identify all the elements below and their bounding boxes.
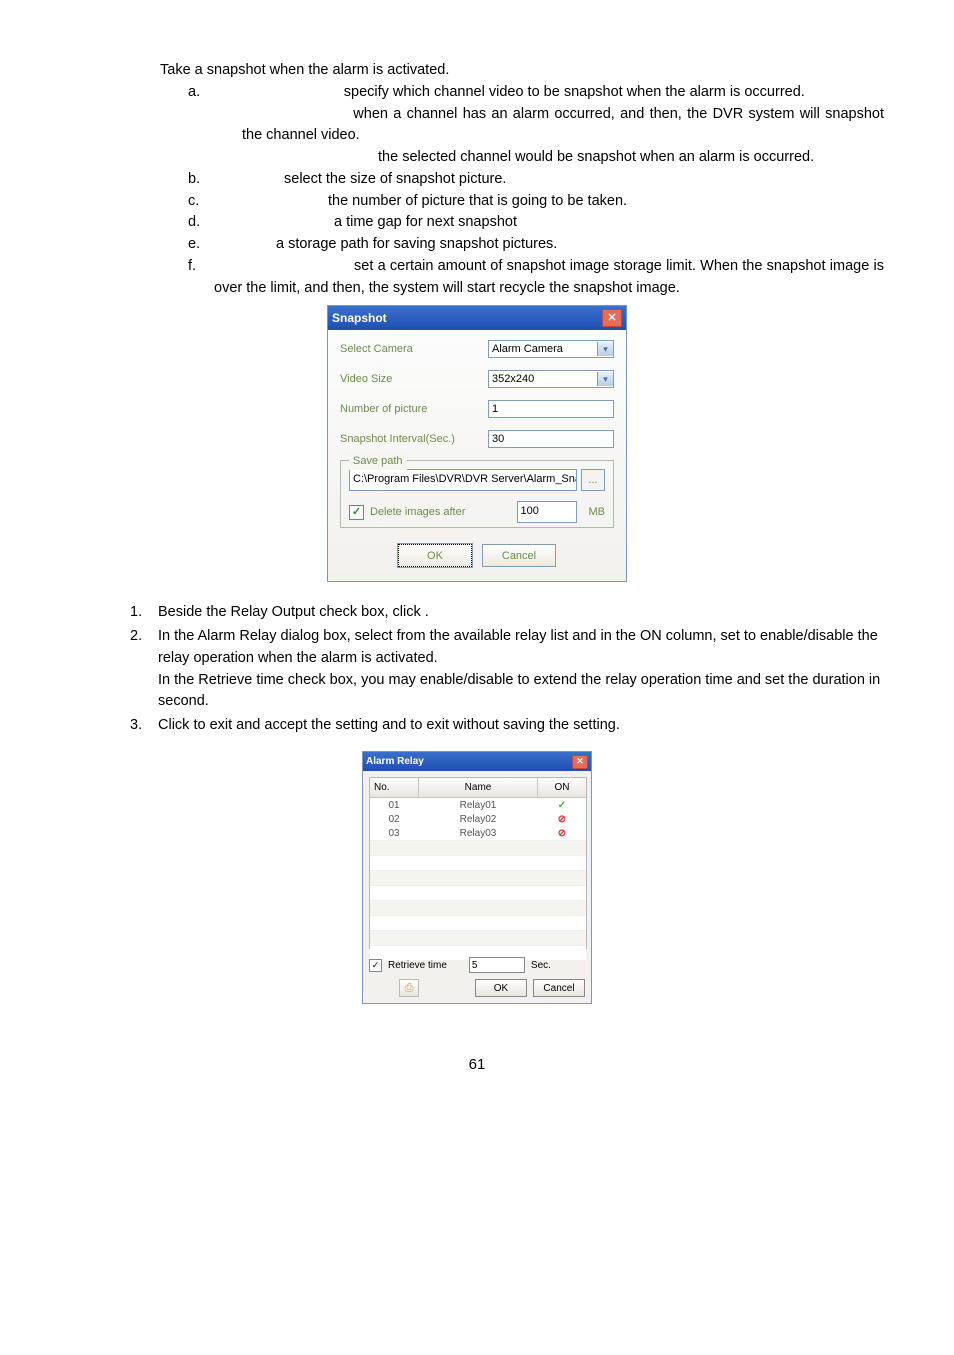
- interval-value: 30: [492, 431, 504, 448]
- row-name: Relay01: [418, 798, 538, 813]
- item-e-text: a storage path for saving snapshot pictu…: [276, 236, 557, 252]
- snapshot-title: Snapshot: [332, 309, 387, 327]
- row-name: Relay02: [418, 812, 538, 827]
- label-interval: Snapshot Interval(Sec.): [340, 431, 488, 448]
- delete-after-checkbox[interactable]: ✓: [349, 505, 364, 520]
- label-video-size: Video Size: [340, 371, 488, 388]
- intro-text: Take a snapshot when the alarm is activa…: [160, 60, 884, 82]
- alarm-relay-dialog: Alarm Relay ✕ No. Name ON 01 Relay01 ✓ 0…: [362, 751, 592, 1004]
- relay-titlebar: Alarm Relay ✕: [363, 752, 591, 771]
- table-row[interactable]: 03 Relay03 ⊘: [370, 826, 586, 840]
- save-path-input[interactable]: C:\Program Files\DVR\DVR Server\Alarm_Sn…: [349, 469, 577, 491]
- num-1-text: Beside the Relay Output check box, click…: [158, 602, 884, 624]
- cancel-button[interactable]: Cancel: [533, 979, 585, 997]
- num-2: 2.: [130, 626, 158, 713]
- item-a-text: specify which channel video to be snapsh…: [344, 84, 805, 100]
- item-f-text: set a certain amount of snapshot image s…: [214, 258, 884, 296]
- row-no: 02: [370, 812, 418, 827]
- chevron-down-icon[interactable]: ▾: [597, 372, 613, 386]
- row-no: 01: [370, 798, 418, 813]
- retrieve-time-checkbox[interactable]: ✓: [369, 959, 382, 972]
- num-3-text: Click to exit and accept the setting and…: [158, 715, 884, 737]
- table-row[interactable]: 02 Relay02 ⊘: [370, 812, 586, 826]
- item-a-sub2: the selected channel would be snapshot w…: [378, 149, 814, 165]
- ok-button[interactable]: OK: [398, 544, 472, 567]
- video-size-value: 352x240: [492, 371, 534, 388]
- row-no: 03: [370, 826, 418, 841]
- snapshot-titlebar: Snapshot ✕: [328, 306, 626, 330]
- col-on-header[interactable]: ON: [538, 778, 586, 797]
- label-num-picture: Number of picture: [340, 401, 488, 418]
- item-b-letter: b.: [188, 169, 214, 191]
- close-icon[interactable]: ✕: [602, 309, 622, 327]
- mb-label: MB: [589, 504, 606, 521]
- select-camera-value: Alarm Camera: [492, 341, 563, 358]
- sec-label: Sec.: [531, 958, 551, 973]
- ok-button[interactable]: OK: [475, 979, 527, 997]
- cancel-button[interactable]: Cancel: [482, 544, 556, 567]
- select-camera-dropdown[interactable]: Alarm Camera ▾: [488, 340, 614, 358]
- chevron-down-icon[interactable]: ▾: [597, 342, 613, 356]
- num-picture-input[interactable]: 1: [488, 400, 614, 418]
- table-row[interactable]: 01 Relay01 ✓: [370, 798, 586, 812]
- retrieve-time-label: Retrieve time: [388, 958, 447, 973]
- interval-input[interactable]: 30: [488, 430, 614, 448]
- browse-button[interactable]: ...: [581, 469, 605, 491]
- num-2-text2: In the Retrieve time check box, you may …: [158, 672, 880, 710]
- video-size-dropdown[interactable]: 352x240 ▾: [488, 370, 614, 388]
- check-icon[interactable]: ✓: [558, 800, 566, 811]
- num-picture-value: 1: [492, 401, 498, 418]
- num-1: 1.: [130, 602, 158, 624]
- item-a-sub1: when a channel has an alarm occurred, an…: [242, 106, 884, 144]
- col-no-header[interactable]: No.: [370, 778, 419, 797]
- item-c-text: the number of picture that is going to b…: [328, 193, 627, 209]
- num-2-text1: In the Alarm Relay dialog box, select fr…: [158, 628, 878, 666]
- item-a-letter: a.: [188, 82, 214, 104]
- item-d-text: a time gap for next snapshot: [334, 214, 517, 230]
- item-d-letter: d.: [188, 212, 214, 234]
- save-path-fieldset: Save path C:\Program Files\DVR\DVR Serve…: [340, 460, 614, 528]
- disabled-icon[interactable]: ⊘: [558, 828, 566, 839]
- row-name: Relay03: [418, 826, 538, 841]
- delete-limit-input[interactable]: 100: [517, 501, 577, 523]
- col-name-header[interactable]: Name: [419, 778, 538, 797]
- disabled-icon[interactable]: ⊘: [558, 814, 566, 825]
- item-b-text: select the size of snapshot picture.: [284, 171, 506, 187]
- label-select-camera: Select Camera: [340, 341, 488, 358]
- item-c-letter: c.: [188, 191, 214, 213]
- item-e-letter: e.: [188, 234, 214, 256]
- delete-after-label: Delete images after: [370, 504, 511, 521]
- close-icon[interactable]: ✕: [572, 755, 588, 769]
- retrieve-time-input[interactable]: 5: [469, 957, 525, 973]
- num-3: 3.: [130, 715, 158, 737]
- snapshot-dialog: Snapshot ✕ Select Camera Alarm Camera ▾ …: [327, 305, 627, 582]
- save-path-legend: Save path: [349, 453, 407, 470]
- relay-title: Alarm Relay: [366, 754, 424, 769]
- output-icon[interactable]: ⎙: [399, 979, 419, 997]
- relay-table: No. Name ON 01 Relay01 ✓ 02 Relay02 ⊘ 03…: [369, 777, 587, 949]
- item-f-letter: f.: [188, 256, 214, 300]
- page-number: 61: [70, 1054, 884, 1077]
